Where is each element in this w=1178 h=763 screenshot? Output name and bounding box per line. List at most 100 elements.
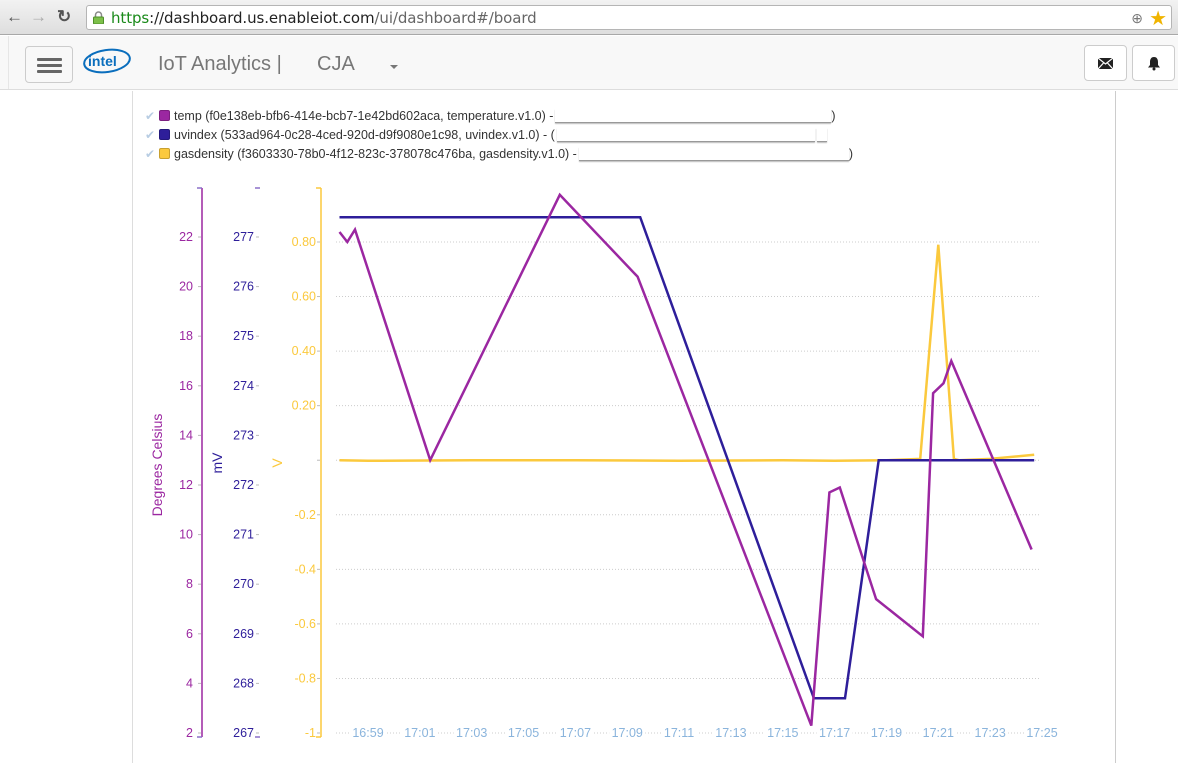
x-tick-label: 17:21 xyxy=(923,726,954,740)
redacted-field xyxy=(816,127,827,142)
checkmark-icon[interactable]: ✔ xyxy=(145,109,159,123)
url-text: https://dashboard.us.enableiot.com/ui/da… xyxy=(111,9,537,27)
x-tick-label: 17:15 xyxy=(767,726,798,740)
redacted-field xyxy=(578,146,849,161)
legend-item-gasdensity[interactable]: ✔ gasdensity (f3603330-78b0-4f12-823c-37… xyxy=(145,144,853,163)
legend-item-temp[interactable]: ✔ temp (f0e138eb-bfb6-414e-bcb7-1e42bd60… xyxy=(145,106,853,125)
tick-label-temp: 8 xyxy=(186,577,193,591)
tick-label-temp: 10 xyxy=(179,528,193,542)
legend-label: gasdensity (f3603330-78b0-4f12-823c-3780… xyxy=(174,146,577,161)
checkmark-icon[interactable]: ✔ xyxy=(145,147,159,161)
x-tick-bg xyxy=(350,724,386,740)
back-icon[interactable]: ← xyxy=(6,6,23,28)
legend-swatch-temp xyxy=(159,110,170,121)
alerts-button[interactable] xyxy=(1132,45,1175,81)
bookmark-star-icon[interactable]: ★ xyxy=(1149,6,1167,31)
tick-label-temp: 12 xyxy=(179,478,193,492)
x-tick-label: 17:13 xyxy=(715,726,746,740)
tick-label-temp: 6 xyxy=(186,627,193,641)
tick-label-temp: 2 xyxy=(186,726,193,740)
series-line-uvindex xyxy=(339,215,1035,700)
tick-label-v: -0.8 xyxy=(294,671,316,685)
x-tick-bg xyxy=(868,724,905,740)
tick-label-temp: 14 xyxy=(179,428,193,442)
x-tick-label: 17:01 xyxy=(404,726,435,740)
legend-label: temp (f0e138eb-bfb6-414e-bcb7-1e42bd602a… xyxy=(174,108,554,123)
tick-label-v: 0.40 xyxy=(292,344,316,358)
x-tick-label: 17:17 xyxy=(819,726,850,740)
tick-label-mv: 277 xyxy=(233,230,254,244)
tick-label-v: 0.20 xyxy=(292,399,316,413)
app-header: intel IoT Analytics | CJA xyxy=(0,36,1178,90)
series-line-gasdensity xyxy=(339,244,1035,463)
tick-label-v: 0.80 xyxy=(292,235,316,249)
address-bar[interactable]: https://dashboard.us.enableiot.com/ui/da… xyxy=(86,5,1172,30)
zoom-icon[interactable]: ⊕ xyxy=(1131,10,1143,27)
browser-toolbar: ← → ↻ https://dashboard.us.enableiot.com… xyxy=(0,0,1178,35)
axis-title-v: V xyxy=(269,458,285,468)
tick-label-v: -1 xyxy=(305,726,316,740)
x-tick-bg xyxy=(505,724,542,740)
x-tick-label: 17:05 xyxy=(508,726,539,740)
axis-title-mv: mV xyxy=(209,452,225,474)
x-tick-bg xyxy=(401,724,438,740)
tick-label-temp: 16 xyxy=(179,379,193,393)
x-tick-label: 17:25 xyxy=(1026,726,1057,740)
tick-label-v: -0.4 xyxy=(294,562,316,576)
tick-label-mv: 269 xyxy=(233,627,254,641)
menu-toggle-button[interactable] xyxy=(25,46,73,83)
x-tick-bg xyxy=(453,724,490,740)
x-tick-bg xyxy=(816,724,853,740)
legend-swatch-uvindex xyxy=(159,129,170,140)
x-tick-bg xyxy=(764,724,801,740)
tick-label-mv: 267 xyxy=(233,726,254,740)
x-tick-label: 17:11 xyxy=(664,726,694,740)
tick-label-mv: 274 xyxy=(233,379,254,393)
tick-label-temp: 4 xyxy=(186,676,193,690)
reload-icon[interactable]: ↻ xyxy=(57,6,71,28)
chart-legend: ✔ temp (f0e138eb-bfb6-414e-bcb7-1e42bd60… xyxy=(145,106,853,163)
tick-label-v: -0.2 xyxy=(294,508,316,522)
x-tick-label: 17:07 xyxy=(560,726,591,740)
x-tick-label: 17:19 xyxy=(871,726,902,740)
redacted-field xyxy=(556,127,815,142)
tick-label-temp: 18 xyxy=(179,329,193,343)
mail-button[interactable] xyxy=(1084,45,1127,81)
tick-label-mv: 276 xyxy=(233,280,254,294)
tick-label-mv: 273 xyxy=(233,428,254,442)
envelope-icon xyxy=(1098,57,1113,69)
x-tick-bg xyxy=(920,724,957,740)
svg-text:intel: intel xyxy=(88,53,117,69)
panel-border-right xyxy=(1115,91,1116,763)
tick-label-mv: 271 xyxy=(233,528,254,542)
x-tick-bg xyxy=(557,724,594,740)
intel-logo: intel xyxy=(83,48,131,74)
x-tick-label: 16:59 xyxy=(352,726,383,740)
lock-icon xyxy=(93,11,104,24)
tick-label-temp: 22 xyxy=(179,230,193,244)
x-tick-label: 17:09 xyxy=(612,726,643,740)
hamburger-icon xyxy=(37,58,62,61)
x-tick-bg xyxy=(1024,724,1060,740)
x-tick-bg xyxy=(972,724,1009,740)
bell-icon xyxy=(1147,56,1160,70)
x-tick-bg xyxy=(712,724,749,740)
tick-label-v: -0.6 xyxy=(294,617,316,631)
app-title: IoT Analytics | xyxy=(158,53,282,75)
x-tick-bg xyxy=(609,724,646,740)
x-tick-label: 17:23 xyxy=(975,726,1006,740)
account-selector[interactable]: CJA xyxy=(317,53,355,76)
tick-label-mv: 272 xyxy=(233,478,254,492)
legend-label: uvindex (533ad964-0c28-4ced-920d-d9f9080… xyxy=(174,127,555,142)
legend-swatch-gasdensity xyxy=(159,148,170,159)
checkmark-icon[interactable]: ✔ xyxy=(145,128,159,142)
forward-icon[interactable]: → xyxy=(30,6,47,28)
chevron-down-icon[interactable] xyxy=(390,65,398,69)
redacted-field xyxy=(555,108,832,123)
axis-title-temp: Degrees Celsius xyxy=(149,414,165,517)
x-tick-label: 17:03 xyxy=(456,726,487,740)
x-tick-bg xyxy=(661,724,698,740)
tick-label-mv: 268 xyxy=(233,676,254,690)
tick-label-temp: 20 xyxy=(179,280,193,294)
legend-item-uvindex[interactable]: ✔ uvindex (533ad964-0c28-4ced-920d-d9f90… xyxy=(145,125,853,144)
